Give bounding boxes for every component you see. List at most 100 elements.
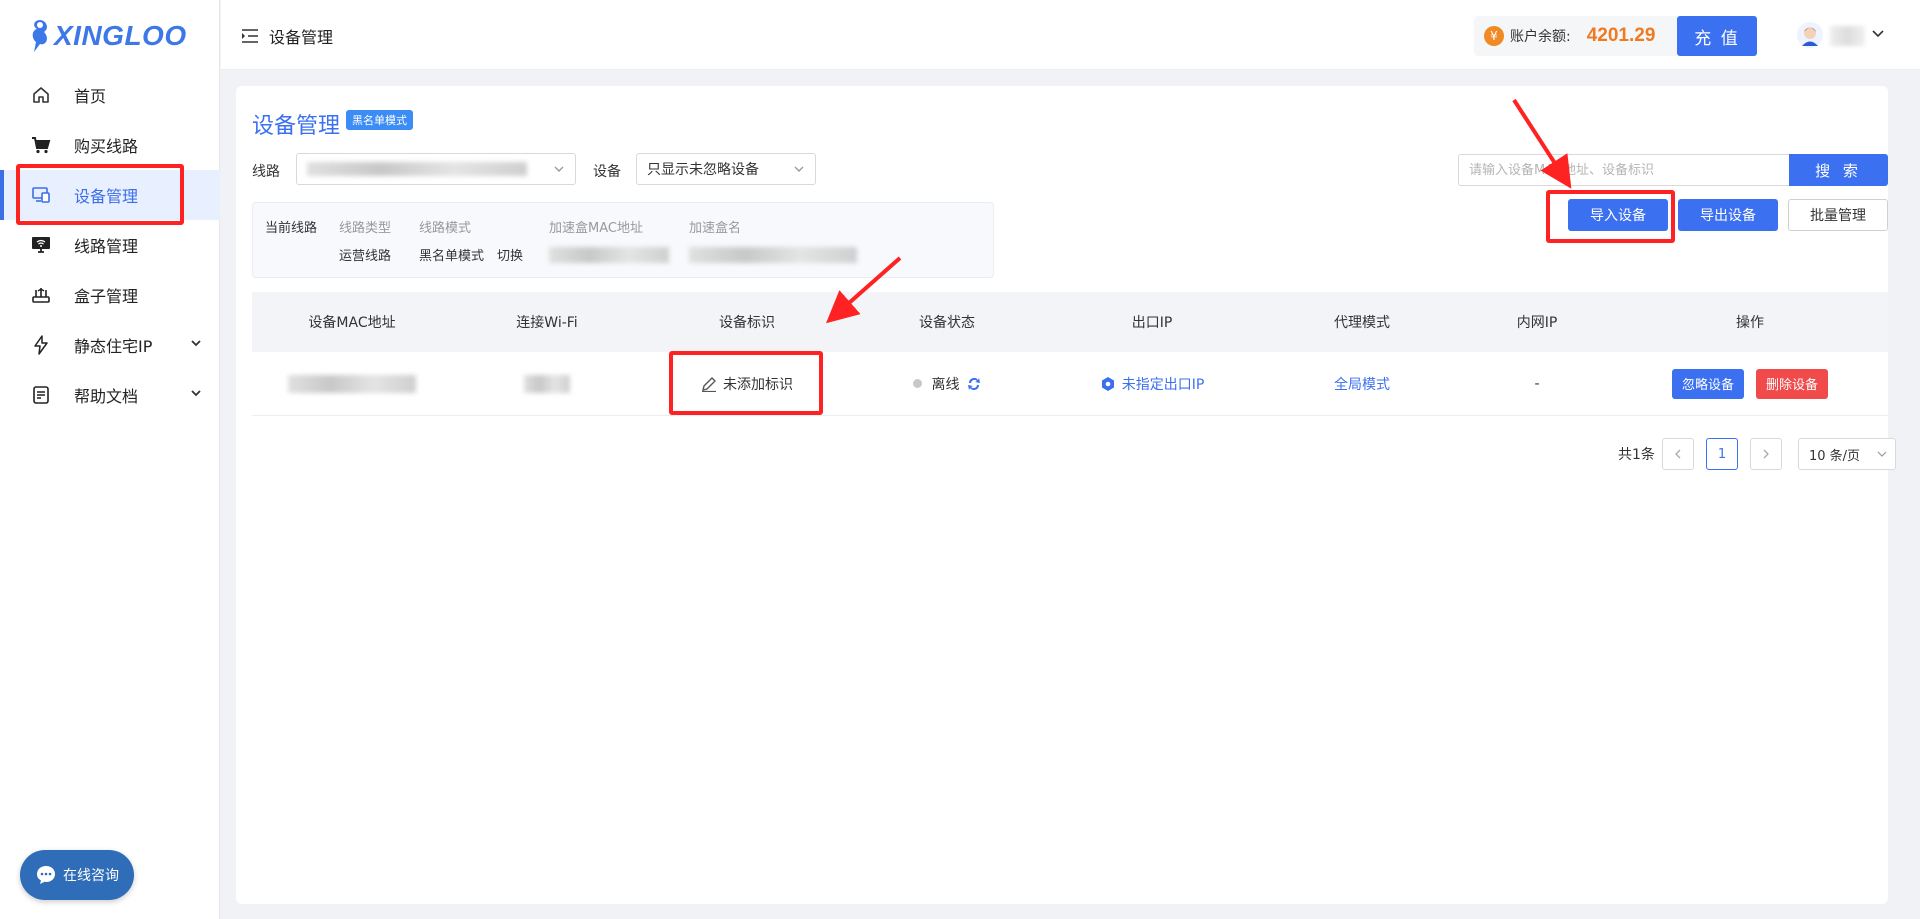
col-lan-ip: 内网IP [1516,315,1558,331]
route-value-redacted [307,162,527,176]
page-1-button[interactable]: 1 [1706,438,1738,470]
devices-icon [30,184,52,206]
page-title: 设备管理 [252,114,341,139]
chevron-down-icon [190,337,202,349]
sidebar-item-label: 线路管理 [74,237,139,256]
cell-wifi [452,352,642,415]
monitor-wifi-icon [30,234,52,256]
device-filter-label: 设备 [593,164,621,180]
route-select[interactable] [296,153,576,185]
route-mode-label: 线路模式 [419,221,472,236]
cell-identifier[interactable]: 未添加标识 [642,352,852,415]
status-dot [912,379,922,388]
sidebar-item-label: 设备管理 [74,187,139,206]
box-mac-label: 加速盒MAC地址 [549,221,643,236]
chevron-down-icon [553,163,565,175]
sidebar-item-help-docs[interactable]: 帮助文档 [0,370,220,420]
balance-value: 4201.29 [1586,25,1656,46]
chat-label: 在线咨询 [63,868,119,884]
sidebar-item-device-management[interactable]: 设备管理 [0,170,220,220]
search-button[interactable]: 搜 索 [1789,154,1888,186]
document-icon [30,384,52,406]
hexagon-icon [1100,376,1116,392]
sidebar-item-label: 盒子管理 [74,287,139,306]
router-icon [30,284,52,306]
main-card: 设备管理 黑名单模式 线路 设备 只显示未忽略设备 搜 索 导入设备 导出设备 … [236,86,1896,904]
logo-icon [32,20,47,52]
sidebar-item-route-management[interactable]: 线路管理 [0,220,220,270]
account-balance: ¥ 账户余额: 4201.29 [1474,16,1679,56]
import-devices-button[interactable]: 导入设备 [1568,199,1668,231]
table-row: 未添加标识 离线 未指定出口IP 全局模式 - 忽略设备 删除设备 [252,352,1888,416]
chevron-down-icon [1877,449,1887,459]
refresh-icon[interactable] [966,376,982,392]
chevron-down-icon [190,387,202,399]
box-mac-redacted [549,247,669,263]
home-icon [30,84,52,106]
col-exit-ip: 出口IP [1131,315,1173,331]
box-name-redacted [689,247,857,263]
sidebar-item-label: 首页 [74,87,107,106]
mac-redacted [288,374,416,393]
sidebar-item-buy-route[interactable]: 购买线路 [0,120,220,170]
export-devices-button[interactable]: 导出设备 [1678,199,1778,231]
sidebar-item-box-management[interactable]: 盒子管理 [0,270,220,320]
col-wifi: 连接Wi-Fi [516,315,578,331]
col-mac: 设备MAC地址 [308,315,396,331]
sidebar-item-static-ip[interactable]: 静态住宅IP [0,320,220,370]
sidebar: XINGLOO 首页 购买线路 设备管理 线路管理 盒子管理 静态住宅IP 帮助… [0,0,220,919]
route-type-value: 运营线路 [339,249,392,264]
chat-bubble-icon [35,864,57,886]
device-filter-value: 只显示未忽略设备 [647,162,759,178]
identifier-text: 未添加标识 [723,376,793,393]
sidebar-item-label: 购买线路 [74,137,139,156]
recharge-button[interactable]: 充 值 [1677,16,1757,56]
batch-manage-button[interactable]: 批量管理 [1788,199,1888,231]
route-type-label: 线路类型 [339,221,392,236]
brand-name: XINGLOO [54,20,187,51]
cell-lan-ip: - [1534,375,1540,392]
device-filter-select[interactable]: 只显示未忽略设备 [636,153,816,185]
cell-exit-ip[interactable]: 未指定出口IP [1042,352,1262,415]
chevron-down-icon [793,163,805,175]
cell-actions: 忽略设备 删除设备 [1612,352,1888,415]
status-text: 离线 [931,376,960,393]
devices-table: 设备MAC地址 连接Wi-Fi 设备标识 设备状态 出口IP 代理模式 内网IP… [252,292,1888,416]
mode-badge: 黑名单模式 [346,110,413,130]
col-identifier: 设备标识 [719,315,775,331]
exit-ip-link[interactable]: 未指定出口IP [1122,374,1205,394]
online-chat-button[interactable]: 在线咨询 [20,850,134,900]
col-status: 设备状态 [919,315,975,331]
current-route-title: 当前线路 [265,221,318,236]
route-mode-value: 黑名单模式 [419,249,485,264]
menu-collapse-icon[interactable] [241,28,259,44]
coin-icon: ¥ [1484,26,1504,46]
pencil-icon[interactable] [701,376,717,392]
page-size-select[interactable]: 10 条/页 [1798,438,1896,470]
sidebar-item-label: 帮助文档 [74,387,139,406]
proxy-mode-link[interactable]: 全局模式 [1262,352,1462,415]
search-input[interactable] [1458,154,1790,186]
prev-page-button[interactable] [1662,438,1694,470]
chevron-down-icon[interactable] [1871,28,1885,40]
sidebar-item-label: 静态住宅IP [74,337,153,356]
wifi-redacted [524,374,570,393]
switch-mode-link[interactable]: 切换 [497,245,523,264]
next-page-button[interactable] [1750,438,1782,470]
box-name-label: 加速盒名 [689,221,742,236]
col-actions: 操作 [1736,315,1764,331]
pagination: 1 10 条/页 [1662,438,1896,470]
ignore-device-button[interactable]: 忽略设备 [1671,368,1744,399]
sidebar-item-home[interactable]: 首页 [0,70,220,120]
username-redacted[interactable] [1830,26,1865,46]
avatar[interactable] [1797,22,1823,48]
total-count: 共1条 [1618,447,1655,463]
delete-device-button[interactable]: 删除设备 [1756,368,1829,399]
breadcrumb: 设备管理 [241,24,333,48]
lightning-icon [30,334,52,356]
brand-logo[interactable]: XINGLOO [28,14,187,58]
table-header: 设备MAC地址 连接Wi-Fi 设备标识 设备状态 出口IP 代理模式 内网IP… [252,292,1888,352]
cart-icon [30,134,52,156]
balance-label: 账户余额: [1510,29,1571,45]
route-filter-label: 线路 [252,164,280,180]
